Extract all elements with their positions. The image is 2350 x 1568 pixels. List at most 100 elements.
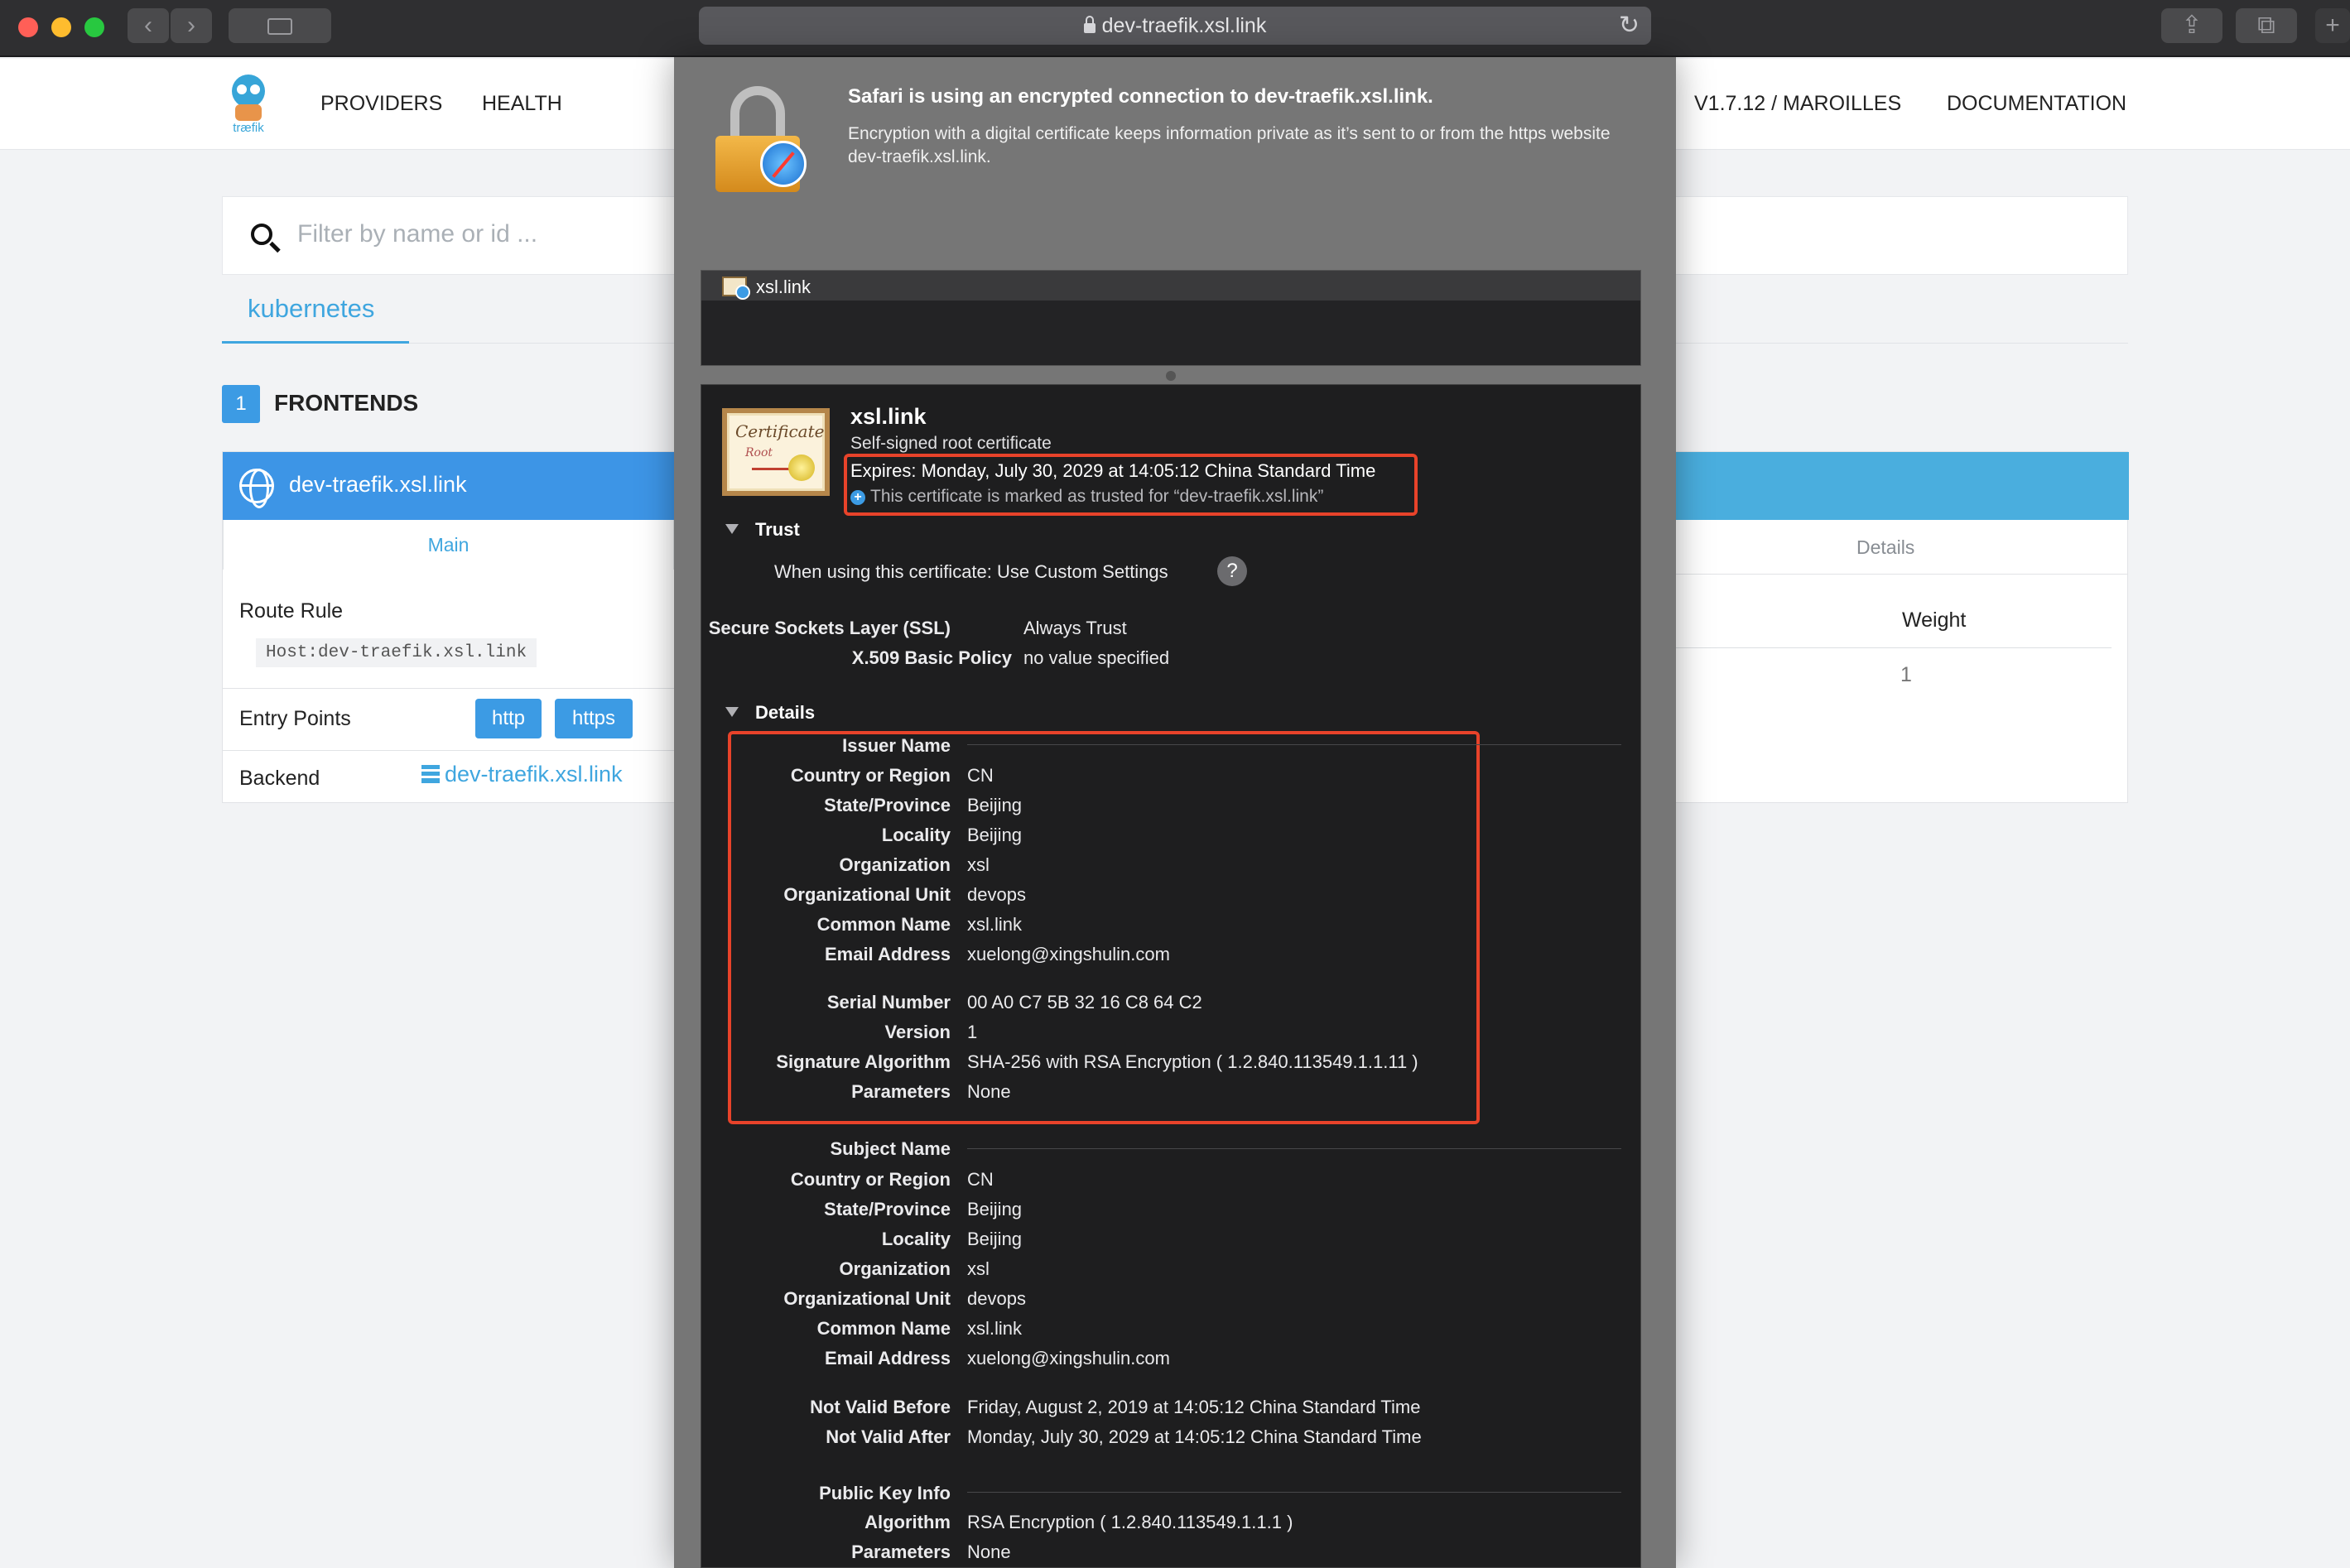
subject-field-label: Locality — [881, 1229, 951, 1249]
search-icon-handle — [269, 241, 281, 253]
cert-info-field-label: Parameters — [851, 1081, 951, 1102]
address-bar[interactable]: dev-traefik.xsl.link ↻ — [699, 7, 1651, 45]
trust-setting-select[interactable]: Use Custom Settings — [997, 561, 1168, 582]
certificate-seal — [788, 455, 815, 481]
issuer-field-value: Beijing — [967, 795, 1023, 815]
public-key-header: Public Key Info — [819, 1483, 951, 1503]
tabs-icon: ⧉ — [2257, 12, 2275, 39]
public-key-field-label: Parameters — [851, 1542, 951, 1562]
issuer-name-header: Issuer Name — [842, 735, 951, 756]
issuer-field-label: Locality — [881, 825, 951, 845]
ssl-trust-select[interactable]: Always Trust — [1023, 618, 1127, 639]
issuer-field-label: Email Address — [824, 944, 951, 964]
subject-field-label: Email Address — [824, 1348, 951, 1368]
tabs-overview-button[interactable]: ⧉ — [2236, 8, 2297, 43]
details-divider — [1674, 574, 2128, 575]
certificate-icon-script: Certificate — [735, 421, 825, 441]
disclosure-triangle-icon — [725, 524, 739, 534]
chain-item-label[interactable]: xsl.link — [756, 277, 811, 298]
forward-button[interactable]: › — [171, 8, 212, 43]
traefik-logo[interactable]: træfik — [225, 75, 272, 137]
pane-splitter-handle[interactable] — [1166, 371, 1176, 381]
share-button[interactable]: ⇪ — [2161, 8, 2222, 43]
lock-icon[interactable] — [1083, 16, 1096, 33]
entry-point-http[interactable]: http — [475, 699, 542, 738]
trust-section-toggle[interactable]: Trust — [725, 519, 800, 541]
new-tab-button[interactable]: + — [2315, 8, 2350, 43]
subject-field-label: Common Name — [816, 1318, 951, 1339]
validity-field-value: Monday, July 30, 2029 at 14:05:12 China … — [967, 1426, 1422, 1447]
help-button[interactable]: ? — [1217, 556, 1247, 586]
minimize-window-button[interactable] — [51, 17, 71, 37]
issuer-field-value: CN — [967, 765, 994, 786]
entry-points-label: Entry Points — [239, 707, 351, 730]
subject-field-value: xsl — [967, 1258, 990, 1279]
weight-value: 1 — [1900, 663, 1912, 686]
active-tab-indicator — [222, 341, 409, 344]
subject-field-value: CN — [967, 1169, 994, 1190]
weight-divider — [1674, 647, 2112, 648]
cert-info-field-label: Version — [884, 1022, 951, 1042]
certificate-chain — [701, 270, 1641, 366]
issuer-separator — [967, 744, 1621, 745]
cert-name: xsl.link — [850, 404, 927, 429]
tab-kubernetes[interactable]: kubernetes — [248, 294, 374, 324]
entry-point-https[interactable]: https — [555, 699, 633, 738]
issuer-field-label: State/Province — [824, 795, 951, 815]
validity-field-label: Not Valid Before — [810, 1397, 951, 1417]
nav-documentation[interactable]: DOCUMENTATION — [1947, 92, 2126, 116]
back-button[interactable]: ‹ — [128, 8, 169, 43]
issuer-field-label: Organizational Unit — [783, 884, 951, 905]
issuer-field-label: Organization — [839, 854, 951, 875]
validity-field-value: Friday, August 2, 2019 at 14:05:12 China… — [967, 1397, 1421, 1417]
subject-field-label: Country or Region — [790, 1169, 951, 1190]
cert-info-field-label: Serial Number — [826, 992, 951, 1012]
subject-field-value: xsl.link — [967, 1318, 1023, 1339]
gopher-eye — [250, 84, 260, 94]
tab-details[interactable]: Details — [1856, 536, 1914, 559]
details-section-toggle[interactable]: Details — [725, 702, 815, 724]
certificate-ribbon — [752, 468, 793, 470]
issuer-field-label: Common Name — [816, 914, 951, 935]
issuer-field-value: Beijing — [967, 825, 1023, 845]
tab-main[interactable]: Main — [223, 520, 674, 570]
cert-info-field-value: None — [967, 1081, 1011, 1102]
sidebar-toggle-button[interactable] — [229, 8, 331, 43]
x509-policy-select[interactable]: no value specified — [1023, 647, 1169, 669]
disclosure-triangle-icon — [725, 707, 739, 717]
chevron-right-icon: › — [187, 12, 195, 39]
frontends-heading: FRONTENDS — [274, 390, 419, 416]
globe-icon — [239, 469, 274, 508]
certificate-small-icon — [722, 277, 750, 300]
subject-field-value: Beijing — [967, 1199, 1023, 1219]
subject-field-label: State/Province — [824, 1199, 951, 1219]
weight-header: Weight — [1902, 608, 1967, 632]
frontends-count-badge: 1 — [222, 385, 260, 423]
issuer-field-value: devops — [967, 884, 1026, 905]
subject-field-value: Beijing — [967, 1229, 1023, 1249]
chain-item-row[interactable] — [701, 271, 1640, 301]
reload-icon[interactable]: ↻ — [1619, 7, 1640, 45]
public-key-field-label: Algorithm — [864, 1512, 951, 1532]
logo-text: træfik — [233, 121, 264, 135]
gopher-eye — [237, 84, 247, 94]
subject-name-header: Subject Name — [830, 1138, 951, 1159]
subject-field-value: devops — [967, 1288, 1026, 1309]
issuer-field-label: Country or Region — [790, 765, 951, 786]
validity-field-label: Not Valid After — [826, 1426, 951, 1447]
cert-info-field-value: 00 A0 C7 5B 32 16 C8 64 C2 — [967, 992, 1202, 1012]
browser-titlebar: ‹ › dev-traefik.xsl.link ↻ ⇪ ⧉ + — [0, 0, 2350, 57]
url-text: dev-traefik.xsl.link — [1101, 14, 1267, 37]
share-icon: ⇪ — [2181, 12, 2203, 39]
nav-health[interactable]: HEALTH — [482, 92, 562, 116]
nav-version[interactable]: V1.7.12 / MAROILLES — [1694, 92, 1901, 116]
subject-field-label: Organization — [839, 1258, 951, 1279]
filter-input[interactable]: Filter by name or id ... — [297, 220, 537, 248]
expiry-highlight-box — [844, 454, 1418, 516]
x509-policy-label: X.509 Basic Policy — [851, 647, 1012, 668]
zoom-window-button[interactable] — [84, 17, 104, 37]
ssl-trust-label: Secure Sockets Layer (SSL) — [708, 618, 951, 638]
padlock-icon — [715, 86, 807, 192]
close-window-button[interactable] — [18, 17, 38, 37]
nav-providers[interactable]: PROVIDERS — [320, 92, 442, 116]
